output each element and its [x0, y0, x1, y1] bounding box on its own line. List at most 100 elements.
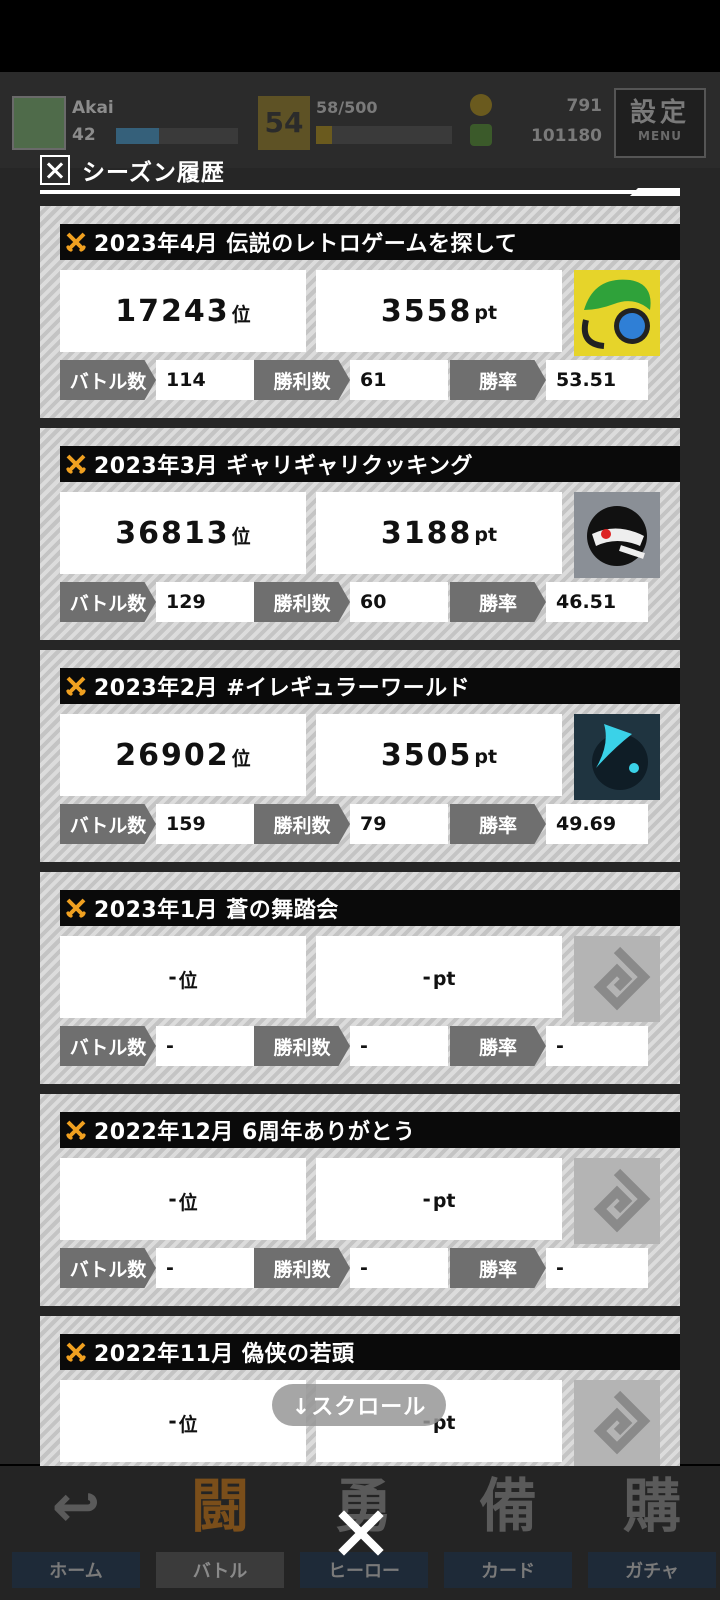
win-rate-label: 勝率: [450, 360, 546, 400]
wins-label: 勝利数: [254, 1026, 350, 1066]
wins-value: -: [350, 1248, 448, 1288]
season-points: 3558 pt: [316, 270, 562, 352]
stamina-text: 58/500: [316, 98, 378, 117]
gem-icon: [470, 124, 492, 146]
battles-value: 114: [156, 360, 254, 400]
pt-unit: pt: [432, 1190, 456, 1212]
win-rate-label: 勝率: [450, 582, 546, 622]
wins-stat: 勝利数 61: [254, 360, 448, 400]
battles-value: -: [156, 1248, 254, 1288]
pt-unit: pt: [474, 746, 498, 768]
win-rate-label: 勝率: [450, 804, 546, 844]
settings-menu-button[interactable]: 設定 MENU: [614, 88, 706, 158]
season-card[interactable]: 2023年1月 蒼の舞踏会 - 位 - pt バトル数 - 勝利数 - 勝率 -: [40, 872, 680, 1084]
pt-value: 3558: [380, 293, 473, 329]
crossed-swords-icon: [60, 890, 92, 926]
scroll-hint: ↓スクロール: [272, 1384, 446, 1426]
wins-value: 61: [350, 360, 448, 400]
win-rate-value: 53.51: [546, 360, 648, 400]
stamina-bar: [316, 126, 452, 144]
season-header: 2023年2月 #イレギュラーワールド: [60, 668, 680, 704]
gem-count: 101180: [531, 126, 602, 146]
win-rate-value: -: [546, 1248, 648, 1288]
wins-label: 勝利数: [254, 360, 350, 400]
home-icon: ↩: [51, 1472, 101, 1540]
coin-icon: [470, 94, 492, 116]
season-title: 2023年3月 ギャリギャリクッキング: [94, 454, 474, 479]
wins-label: 勝利数: [254, 804, 350, 844]
card-icon: 備: [478, 1472, 537, 1540]
battles-stat: バトル数 114: [60, 360, 254, 400]
menu-kanji: 設定: [629, 98, 690, 128]
menu-label: MENU: [638, 129, 682, 143]
empty-hero-icon: [574, 1158, 660, 1244]
gacha-icon: 購: [622, 1472, 681, 1540]
season-card[interactable]: 2023年3月 ギャリギャリクッキング 36813 位 3188 pt バトル数 129 勝利…: [40, 428, 680, 640]
win-rate-value: 49.69: [546, 804, 648, 844]
rank-unit: 位: [178, 969, 198, 992]
season-header: 2022年11月 偽侠の若頭: [60, 1334, 680, 1370]
season-rank: -位: [60, 1380, 306, 1462]
rank-badge: 54: [258, 96, 310, 150]
season-card[interactable]: 2022年12月 6周年ありがとう - 位 - pt バトル数 - 勝利数 - 勝率 -: [40, 1094, 680, 1306]
wins-stat: 勝利数 -: [254, 1248, 448, 1288]
pt-value: -: [422, 1187, 431, 1211]
empty-hero-icon: [574, 936, 660, 1022]
season-stats: バトル数 - 勝利数 - 勝率 -: [60, 1248, 648, 1288]
xp-bar: [116, 128, 238, 144]
season-title: 2023年1月 蒼の舞踏会: [94, 898, 339, 923]
title-divider: [40, 190, 680, 194]
pt-unit: pt: [474, 524, 498, 546]
win-rate-stat: 勝率 49.69: [450, 804, 648, 844]
battles-label: バトル数: [60, 1026, 156, 1066]
wins-value: 60: [350, 582, 448, 622]
battles-value: 129: [156, 582, 254, 622]
season-rank: -位: [60, 1158, 306, 1240]
win-rate-value: 46.51: [546, 582, 648, 622]
player-level: 42: [72, 125, 96, 145]
stamina-bar-fill: [316, 126, 333, 144]
wins-stat: 勝利数 -: [254, 1026, 448, 1066]
battles-label: バトル数: [60, 1248, 156, 1288]
win-rate-stat: 勝率 53.51: [450, 360, 648, 400]
nav-item[interactable]: 闘バトル: [152, 1468, 288, 1590]
battles-stat: バトル数 159: [60, 804, 254, 844]
rank-unit: 位: [231, 525, 251, 548]
win-rate-label: 勝率: [450, 1026, 546, 1066]
season-card[interactable]: 2023年4月 伝説のレトロゲームを探して 17243 位 3558 pt バトル数 114…: [40, 206, 680, 418]
season-rank: 17243 位: [60, 270, 306, 352]
season-title: 2023年4月 伝説のレトロゲームを探して: [94, 232, 518, 257]
wins-stat: 勝利数 60: [254, 582, 448, 622]
pt-unit: pt: [432, 968, 456, 990]
xp-bar-fill: [116, 128, 159, 144]
wins-stat: 勝利数 79: [254, 804, 448, 844]
pt-value: -: [422, 965, 431, 989]
crossed-swords-icon: [60, 668, 92, 704]
player-name: Akai: [72, 98, 114, 118]
nav-label: ホーム: [12, 1552, 140, 1588]
rank-value: -: [168, 1187, 177, 1211]
nav-label: ガチャ: [588, 1552, 716, 1588]
season-title: 2022年12月 6周年ありがとう: [94, 1120, 416, 1145]
nav-item[interactable]: 購ガチャ: [584, 1468, 720, 1590]
rank-unit: 位: [231, 747, 251, 770]
season-card[interactable]: 2023年2月 #イレギュラーワールド 26902 位 3505 pt バトル数 159 勝利…: [40, 650, 680, 862]
battles-stat: バトル数 -: [60, 1248, 254, 1288]
coin-count: 791: [566, 96, 603, 116]
wins-value: -: [350, 1026, 448, 1066]
nav-item[interactable]: 備カード: [440, 1468, 576, 1590]
crossed-swords-box-icon: [40, 155, 70, 185]
season-stats: バトル数 - 勝利数 - 勝率 -: [60, 1026, 648, 1066]
season-stats: バトル数 114 勝利数 61 勝率 53.51: [60, 360, 648, 400]
modal-title-text: シーズン履歴: [82, 160, 225, 186]
season-header: 2023年4月 伝説のレトロゲームを探して: [60, 224, 680, 260]
wins-value: 79: [350, 804, 448, 844]
close-icon[interactable]: [336, 1508, 386, 1558]
win-rate-stat: 勝率 -: [450, 1026, 648, 1066]
rank-value: -: [168, 965, 177, 989]
season-stats: バトル数 129 勝利数 60 勝率 46.51: [60, 582, 648, 622]
nav-item[interactable]: ↩ ホーム: [8, 1468, 144, 1590]
season-history-list[interactable]: 2023年4月 伝説のレトロゲームを探して 17243 位 3558 pt バトル数 114…: [40, 206, 680, 1466]
season-points: -pt: [316, 936, 562, 1018]
crossed-swords-icon: [60, 224, 92, 260]
